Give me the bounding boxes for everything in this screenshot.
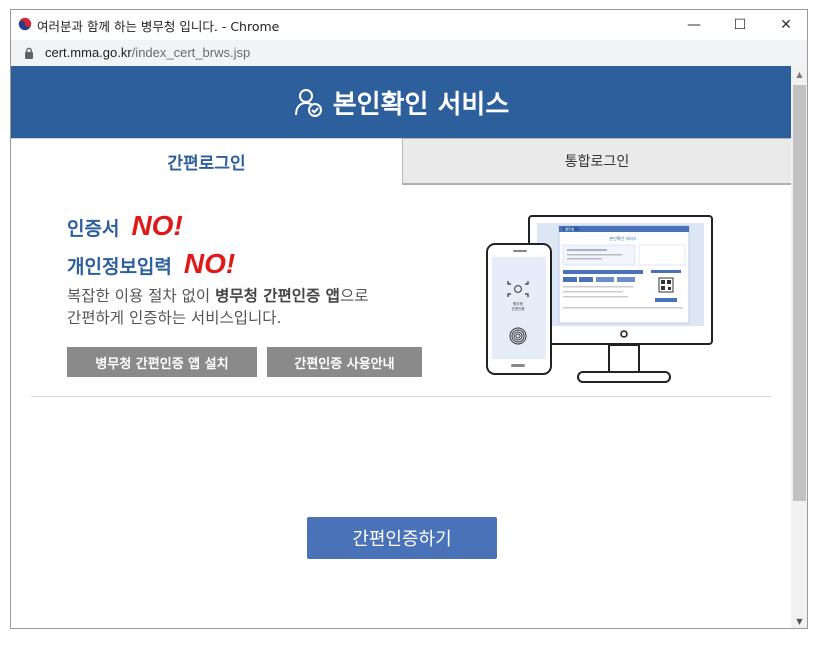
- url-host: cert.mma.go.kr: [45, 45, 132, 60]
- desc-line1-post: 으로: [339, 287, 369, 305]
- title-bar: 여러분과 함께 하는 병무청 입니다. - Chrome — ☐ ✕: [11, 10, 807, 40]
- login-tabs: 간편로그인 통합로그인: [11, 138, 791, 184]
- browser-window: 여러분과 함께 하는 병무청 입니다. - Chrome — ☐ ✕ cert.…: [10, 9, 808, 629]
- taegeuk-logo-icon: [18, 17, 32, 31]
- tab-underline: [402, 183, 791, 185]
- desc-line1-bold: 병무청 간편인증 앱: [215, 287, 340, 305]
- slogan-certificate: 인증서 NO!: [67, 210, 183, 242]
- minimize-button[interactable]: —: [671, 10, 717, 40]
- close-icon: ✕: [780, 17, 792, 33]
- maximize-button[interactable]: ☐: [717, 10, 763, 40]
- monitor-header-text: 병무청: [565, 227, 574, 232]
- phone-text-line2: 간편인증: [511, 306, 525, 311]
- slogan-certificate-no: NO!: [131, 210, 183, 241]
- page-header: 본인확인 서비스: [11, 66, 791, 138]
- close-window-button[interactable]: ✕: [763, 10, 807, 40]
- monitor-title-text: 본인확인 서비스: [609, 235, 636, 241]
- scroll-down-arrow-icon[interactable]: ▼: [791, 613, 807, 628]
- slogan-certificate-label: 인증서: [67, 218, 120, 240]
- desc-line1-pre: 복잡한 이용 절차 없이: [67, 287, 216, 305]
- address-bar[interactable]: cert.mma.go.kr/index_cert_brws.jsp: [11, 40, 807, 66]
- scroll-thumb[interactable]: [793, 85, 806, 501]
- section-divider: [31, 396, 771, 397]
- maximize-icon: ☐: [733, 17, 747, 33]
- usage-guide-button[interactable]: 간편인증 사용안내: [267, 347, 422, 377]
- page-content: 본인확인 서비스 간편로그인 통합로그인 인증서 NO! 개인정보입력 NO! …: [11, 66, 791, 628]
- device-illustration: 병무청 본인확인 서비스 병무청 간편인증: [486, 215, 713, 383]
- page-title: 본인확인 서비스: [332, 89, 510, 120]
- phone-text-line1: 병무청: [513, 301, 523, 306]
- tab-simple-login[interactable]: 간편로그인: [11, 138, 402, 184]
- lock-icon: [25, 47, 33, 59]
- slogan-personal-info-label: 개인정보입력: [67, 256, 172, 278]
- slogan-personal-info: 개인정보입력 NO!: [67, 248, 235, 280]
- slogan-personal-info-no: NO!: [183, 248, 236, 279]
- user-check-icon: [294, 89, 322, 117]
- authenticate-button[interactable]: 간편인증하기: [307, 517, 497, 559]
- desc-line2: 간편하게 인증하는 서비스입니다.: [67, 309, 282, 327]
- install-app-button[interactable]: 병무청 간편인증 앱 설치: [67, 347, 257, 377]
- window-title: 여러분과 함께 하는 병무청 입니다. - Chrome: [37, 19, 280, 34]
- url-text[interactable]: cert.mma.go.kr/index_cert_brws.jsp: [45, 45, 250, 60]
- scroll-up-arrow-icon[interactable]: ▲: [791, 66, 807, 83]
- url-path: /index_cert_brws.jsp: [131, 45, 251, 60]
- tab-integrated-login[interactable]: 통합로그인: [402, 138, 791, 184]
- minimize-icon: —: [687, 17, 701, 33]
- vertical-scrollbar[interactable]: ▲ ▼: [791, 66, 807, 628]
- service-description: 복잡한 이용 절차 없이 병무청 간편인증 앱으로 간편하게 인증하는 서비스입…: [67, 285, 427, 329]
